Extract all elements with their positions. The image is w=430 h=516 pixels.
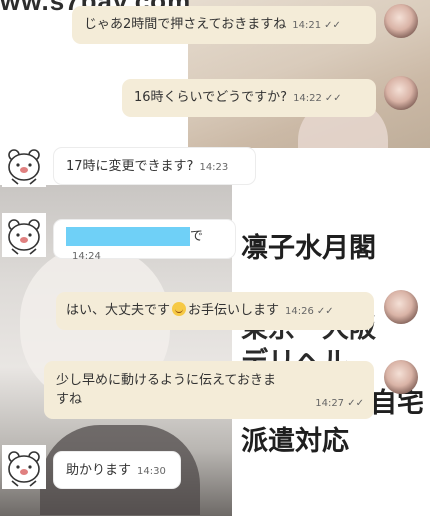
message-text-continued: お手伝いします: [188, 303, 280, 318]
message-text: で: [190, 229, 204, 244]
avatar[interactable]: [384, 76, 418, 110]
message-time: 14:26: [285, 306, 314, 317]
redacted-block: [66, 227, 190, 246]
smile-emoji-icon: [172, 302, 187, 316]
avatar[interactable]: [384, 360, 418, 394]
message-time: 14:22: [293, 93, 322, 104]
message-bubble-outgoing[interactable]: はい、大丈夫です お手伝いします 14:26 ✓✓: [56, 292, 374, 330]
message-text: 17時に変更できます?: [66, 159, 194, 174]
read-check-icon: ✓✓: [316, 306, 334, 317]
message-time: 14:30: [137, 466, 166, 477]
read-check-icon: ✓✓: [324, 20, 341, 31]
message-time: 14:21: [292, 20, 322, 31]
overlay-title: 凛子水月閣: [241, 233, 376, 264]
read-check-icon: ✓✓: [324, 93, 342, 104]
bear-avatar-icon[interactable]: [2, 445, 46, 489]
message-time: 14:24: [72, 251, 101, 262]
message-bubble-incoming[interactable]: 17時に変更できます? 14:23: [53, 147, 256, 185]
message-text: じゃあ2時間で押さえておきますね: [84, 17, 287, 32]
message-time: 14:27: [315, 398, 345, 409]
message-text: 助かります: [66, 463, 132, 478]
avatar[interactable]: [384, 290, 418, 324]
message-bubble-incoming[interactable]: で 14:24: [53, 219, 236, 262]
message-bubble-incoming[interactable]: 助かります 14:30: [53, 451, 181, 489]
avatar[interactable]: [384, 4, 418, 38]
message-time-footer: 14:27 ✓✓: [315, 394, 364, 413]
bear-avatar-icon[interactable]: [2, 143, 46, 187]
message-bubble-outgoing[interactable]: じゃあ2時間で押さえておきますね 14:21 ✓✓: [72, 6, 376, 44]
message-text: はい、大丈夫です: [66, 303, 171, 318]
message-text: 16時くらいでどうですか?: [134, 90, 288, 105]
message-time: 14:23: [199, 162, 229, 173]
message-text-line-1: 少し早めに動けるように伝えておきま: [56, 373, 276, 388]
message-bubble-outgoing[interactable]: 少し早めに動けるように伝えておきま すね 14:27 ✓✓: [44, 361, 374, 419]
bear-avatar-icon[interactable]: [2, 213, 46, 257]
overlay-line-5: 派遣対応: [241, 426, 349, 457]
message-bubble-outgoing[interactable]: 16時くらいでどうですか? 14:22 ✓✓: [122, 79, 376, 117]
read-check-icon: ✓✓: [347, 398, 364, 409]
